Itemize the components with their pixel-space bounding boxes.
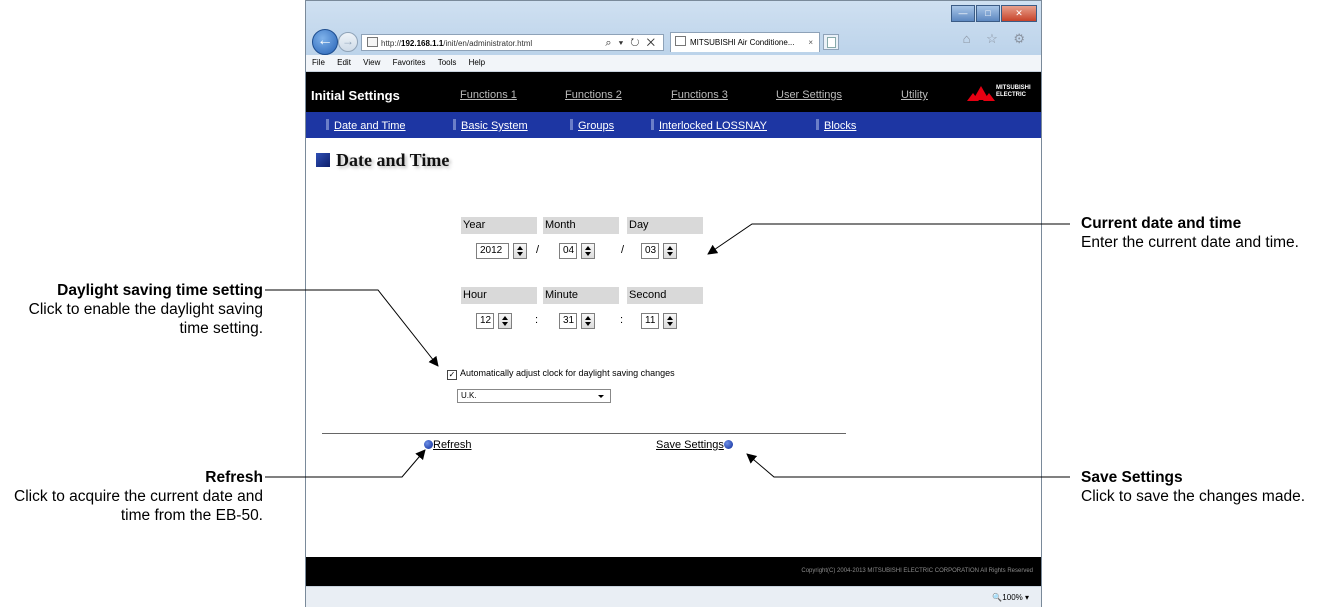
menu-file[interactable]: File bbox=[312, 58, 325, 67]
heading-square-icon bbox=[316, 153, 330, 167]
day-spin-arrows-icon[interactable] bbox=[663, 243, 677, 259]
browser-tab[interactable]: MITSUBISHI Air Conditione... × bbox=[670, 32, 820, 52]
date-separator: / bbox=[621, 244, 625, 256]
callout-dst-title: Daylight saving time setting bbox=[57, 282, 263, 299]
callout-save-title: Save Settings bbox=[1081, 469, 1183, 486]
hour-input[interactable]: 12 bbox=[476, 313, 494, 329]
tab-close-icon[interactable]: × bbox=[808, 33, 813, 52]
year-input[interactable]: 2012 bbox=[476, 243, 509, 259]
browser-titlebar: ← → http://192.168.1.1/init/en/administr… bbox=[306, 1, 1041, 55]
address-prefix: http:// bbox=[381, 39, 402, 48]
minute-label: Minute bbox=[543, 287, 619, 304]
menu-view[interactable]: View bbox=[363, 58, 380, 67]
menu-tools[interactable]: Tools bbox=[438, 58, 457, 67]
tab-title: MITSUBISHI Air Conditione... bbox=[690, 38, 795, 47]
sub-navigation: Date and Time Basic System Groups Interl… bbox=[306, 112, 1041, 138]
callout-save-desc: Click to save the changes made. bbox=[1081, 488, 1306, 505]
tab-user-settings[interactable]: User Settings bbox=[776, 89, 842, 101]
three-diamonds-icon bbox=[967, 86, 995, 101]
day-input[interactable]: 03 bbox=[641, 243, 659, 259]
tab-functions-2[interactable]: Functions 2 bbox=[565, 89, 622, 101]
app-header: Initial Settings Functions 1 Functions 2… bbox=[306, 72, 1041, 112]
hour-spin-arrows-icon[interactable] bbox=[498, 313, 512, 329]
minimize-icon[interactable]: — bbox=[951, 5, 975, 22]
subnav-interlocked-lossnay[interactable]: Interlocked LOSSNAY bbox=[651, 119, 767, 132]
month-label: Month bbox=[543, 217, 619, 234]
save-bullet-icon bbox=[723, 440, 733, 449]
menu-bar: File Edit View Favorites Tools Help bbox=[306, 55, 1041, 72]
divider bbox=[322, 433, 846, 434]
address-path: /init/en/administrator.html bbox=[443, 39, 533, 48]
date-separator: / bbox=[536, 244, 540, 256]
year-label: Year bbox=[461, 217, 537, 234]
dst-checkbox-row[interactable]: ✓ Automatically adjust clock for daylight… bbox=[447, 368, 675, 380]
callout-current-desc: Enter the current date and time. bbox=[1081, 234, 1299, 251]
tab-functions-1[interactable]: Functions 1 bbox=[460, 89, 517, 101]
home-star-gear-icons[interactable]: ⌂ ☆ ⚙ bbox=[963, 31, 1031, 47]
month-input[interactable]: 04 bbox=[559, 243, 577, 259]
month-spin-arrows-icon[interactable] bbox=[581, 243, 595, 259]
new-tab-icon[interactable] bbox=[823, 34, 839, 50]
subnav-groups[interactable]: Groups bbox=[570, 119, 614, 132]
callout-refresh-title: Refresh bbox=[205, 469, 263, 486]
page-icon bbox=[367, 37, 378, 47]
hour-label: Hour bbox=[461, 287, 537, 304]
app-footer: Copyright(C) 2004-2013 MITSUBISHI ELECTR… bbox=[306, 557, 1041, 586]
menu-help[interactable]: Help bbox=[469, 58, 485, 67]
subnav-basic-system[interactable]: Basic System bbox=[453, 119, 528, 132]
minute-spin-arrows-icon[interactable] bbox=[581, 313, 595, 329]
back-arrow-icon[interactable]: ← bbox=[312, 29, 338, 55]
minute-input[interactable]: 31 bbox=[559, 313, 577, 329]
callout-dst-desc: Click to enable the daylight saving time… bbox=[28, 301, 263, 337]
menu-edit[interactable]: Edit bbox=[337, 58, 351, 67]
window-controls: — □ ✕ bbox=[950, 5, 1037, 22]
page-title: Date and Time bbox=[316, 150, 449, 171]
logo-line1: MITSUBISHI bbox=[996, 85, 1031, 91]
address-bar[interactable]: http://192.168.1.1/init/en/administrator… bbox=[361, 34, 664, 51]
time-separator: : bbox=[535, 314, 539, 326]
web-page: Initial Settings Functions 1 Functions 2… bbox=[306, 72, 1041, 586]
dst-label: Automatically adjust clock for daylight … bbox=[460, 368, 675, 378]
second-label: Second bbox=[627, 287, 703, 304]
second-spin-arrows-icon[interactable] bbox=[663, 313, 677, 329]
callout-refresh-desc: Click to acquire the current date and ti… bbox=[14, 488, 263, 524]
callout-save: Save Settings Click to save the changes … bbox=[1081, 468, 1343, 506]
close-icon[interactable]: ✕ bbox=[1001, 5, 1037, 22]
refresh-link[interactable]: Refresh bbox=[424, 439, 472, 451]
save-settings-link[interactable]: Save Settings bbox=[656, 439, 733, 451]
callout-current-date: Current date and time Enter the current … bbox=[1081, 214, 1343, 252]
address-tools-icons[interactable]: ⌕ ▾ ↻ ✕ bbox=[605, 35, 657, 52]
zoom-level[interactable]: 🔍100% ▾ bbox=[992, 587, 1029, 607]
copyright-text: Copyright(C) 2004-2013 MITSUBISHI ELECTR… bbox=[801, 568, 1033, 574]
tab-utility[interactable]: Utility bbox=[901, 89, 928, 101]
browser-window: ← → http://192.168.1.1/init/en/administr… bbox=[305, 0, 1042, 607]
callout-current-title: Current date and time bbox=[1081, 215, 1242, 232]
page-icon bbox=[675, 36, 686, 46]
time-separator: : bbox=[620, 314, 624, 326]
menu-favorites[interactable]: Favorites bbox=[393, 58, 426, 67]
forward-arrow-icon[interactable]: → bbox=[338, 32, 358, 52]
subnav-blocks[interactable]: Blocks bbox=[816, 119, 856, 132]
second-input[interactable]: 11 bbox=[641, 313, 659, 329]
dst-checkbox[interactable]: ✓ bbox=[447, 370, 457, 380]
maximize-icon[interactable]: □ bbox=[976, 5, 1000, 22]
callout-refresh: Refresh Click to acquire the current dat… bbox=[0, 468, 263, 525]
callout-dst: Daylight saving time setting Click to en… bbox=[0, 281, 263, 338]
app-title: Initial Settings bbox=[311, 88, 400, 103]
dst-region-select[interactable]: U.K. bbox=[457, 389, 611, 403]
status-bar: 🔍100% ▾ bbox=[306, 586, 1041, 607]
subnav-date-and-time[interactable]: Date and Time bbox=[326, 119, 406, 132]
refresh-bullet-icon bbox=[424, 440, 433, 449]
tab-functions-3[interactable]: Functions 3 bbox=[671, 89, 728, 101]
address-host: 192.168.1.1 bbox=[401, 39, 444, 48]
logo-line2: ELECTRIC bbox=[996, 92, 1026, 98]
mitsubishi-logo: MITSUBISHI ELECTRIC bbox=[967, 84, 1033, 104]
year-spin-arrows-icon[interactable] bbox=[513, 243, 527, 259]
day-label: Day bbox=[627, 217, 703, 234]
